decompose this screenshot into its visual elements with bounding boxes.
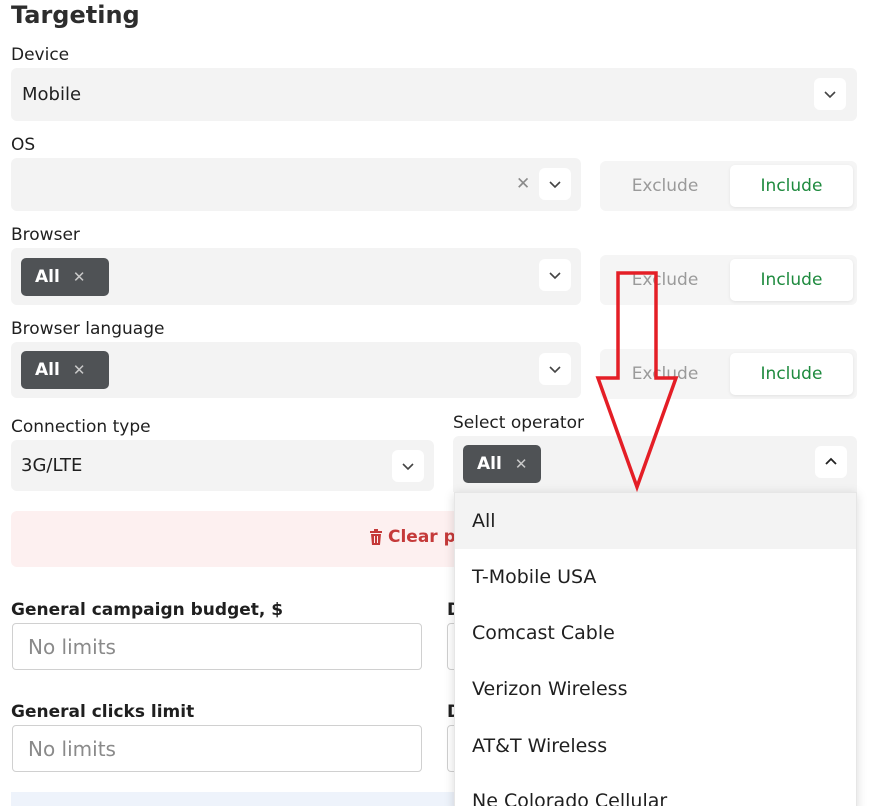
tag-label: All [35, 360, 60, 380]
connection-type-label: Connection type [11, 417, 151, 437]
chevron-down-icon[interactable] [814, 78, 846, 110]
operator-option[interactable]: Verizon Wireless [455, 661, 856, 717]
os-label: OS [11, 135, 36, 155]
budget-input[interactable]: No limits [12, 623, 422, 670]
chevron-down-icon[interactable] [539, 353, 571, 385]
browser-language-tag-all: All ✕ [21, 351, 109, 389]
chevron-down-icon[interactable] [392, 450, 424, 482]
operator-option[interactable]: T-Mobile USA [455, 549, 856, 605]
device-select[interactable]: Mobile [11, 68, 857, 121]
chevron-down-icon[interactable] [539, 168, 571, 200]
operator-label: Select operator [453, 413, 584, 433]
clear-button-content: Clear pa [369, 527, 467, 547]
device-value: Mobile [22, 84, 82, 105]
chevron-up-icon[interactable] [815, 446, 847, 478]
clicks-input[interactable]: No limits [12, 725, 422, 772]
browser-language-include-option[interactable]: Include [730, 353, 853, 395]
os-include-exclude-toggle: Exclude Include [600, 161, 857, 211]
remove-tag-icon[interactable]: ✕ [515, 455, 528, 473]
operator-tag-all: All ✕ [463, 445, 541, 483]
device-label: Device [11, 45, 70, 65]
os-exclude-option[interactable]: Exclude [600, 161, 730, 211]
browser-language-select[interactable]: All ✕ [11, 342, 581, 398]
os-select[interactable]: ✕ [11, 158, 581, 211]
chevron-down-icon[interactable] [539, 259, 571, 291]
clicks-label: General clicks limit [11, 702, 195, 722]
browser-language-label: Browser language [11, 319, 165, 339]
connection-type-value: 3G/LTE [21, 455, 83, 476]
operator-option[interactable]: All [455, 493, 856, 549]
red-arrow-annotation [595, 271, 679, 492]
clear-icon[interactable]: ✕ [516, 174, 530, 194]
budget-label: General campaign budget, $ [11, 600, 284, 620]
clear-button[interactable]: Clear pa [11, 511, 471, 567]
browser-tag-all: All ✕ [21, 258, 109, 296]
remove-tag-icon[interactable]: ✕ [73, 268, 86, 286]
trash-icon [370, 529, 382, 545]
browser-select[interactable]: All ✕ [11, 248, 581, 305]
connection-type-select[interactable]: 3G/LTE [11, 440, 434, 491]
remove-tag-icon[interactable]: ✕ [73, 361, 86, 379]
page-title: Targeting [11, 1, 140, 29]
bottom-panel [11, 792, 454, 806]
operator-option[interactable]: Ne Colorado Cellular [455, 773, 856, 806]
browser-label: Browser [11, 225, 80, 245]
operator-dropdown: All T-Mobile USA Comcast Cable Verizon W… [454, 492, 857, 806]
operator-option[interactable]: Comcast Cable [455, 605, 856, 661]
budget-placeholder: No limits [28, 635, 116, 659]
tag-label: All [477, 454, 502, 474]
clicks-placeholder: No limits [28, 737, 116, 761]
browser-include-option[interactable]: Include [730, 259, 853, 301]
tag-label: All [35, 267, 60, 287]
os-include-option[interactable]: Include [730, 165, 853, 207]
operator-option[interactable]: AT&T Wireless [455, 718, 856, 774]
